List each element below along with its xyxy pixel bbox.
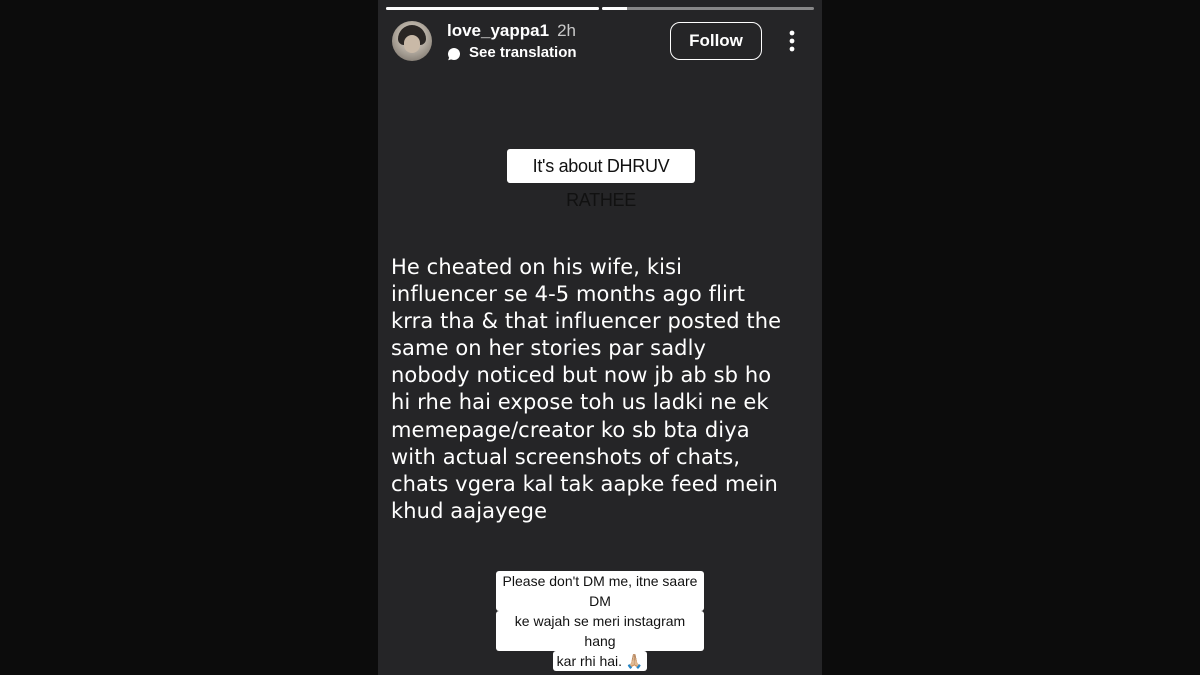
avatar[interactable] [392, 21, 432, 61]
bottom-text-sticker: Please don't DM me, itne saare DM ke waj… [496, 571, 704, 671]
top-text-sticker: It's about DHRUV RATHEE [507, 149, 695, 210]
progress-segment-2 [601, 7, 814, 10]
bottom-sticker-line-3: kar rhi hai. 🙏🏼 [552, 651, 648, 671]
see-translation-label: See translation [469, 44, 577, 61]
progress-fill-1 [386, 7, 599, 10]
progress-fill-2 [601, 7, 627, 10]
progress-segment-1 [386, 7, 599, 10]
bottom-sticker-line-1: Please don't DM me, itne saare DM [496, 571, 704, 611]
story-header: love_yappa1 2h See translation Follow [392, 18, 810, 64]
follow-button[interactable]: Follow [670, 22, 762, 60]
viewport: love_yappa1 2h See translation Follow It… [0, 0, 1200, 675]
username[interactable]: love_yappa1 [447, 21, 549, 41]
translate-bubble-icon [447, 46, 461, 60]
story-progress-bar [386, 7, 814, 10]
story-body-text: He cheated on his wife, kisi influencer … [391, 255, 782, 523]
see-translation-button[interactable]: See translation [447, 44, 577, 61]
story-meta: love_yappa1 2h See translation [447, 21, 577, 61]
story-viewer[interactable]: love_yappa1 2h See translation Follow It… [378, 0, 822, 675]
bottom-sticker-line-2: ke wajah se meri instagram hang [496, 611, 704, 651]
more-vertical-icon [789, 30, 795, 52]
time-ago: 2h [557, 21, 576, 40]
username-line: love_yappa1 2h [447, 21, 577, 41]
more-options-button[interactable] [774, 21, 810, 61]
avatar-face [404, 35, 420, 53]
